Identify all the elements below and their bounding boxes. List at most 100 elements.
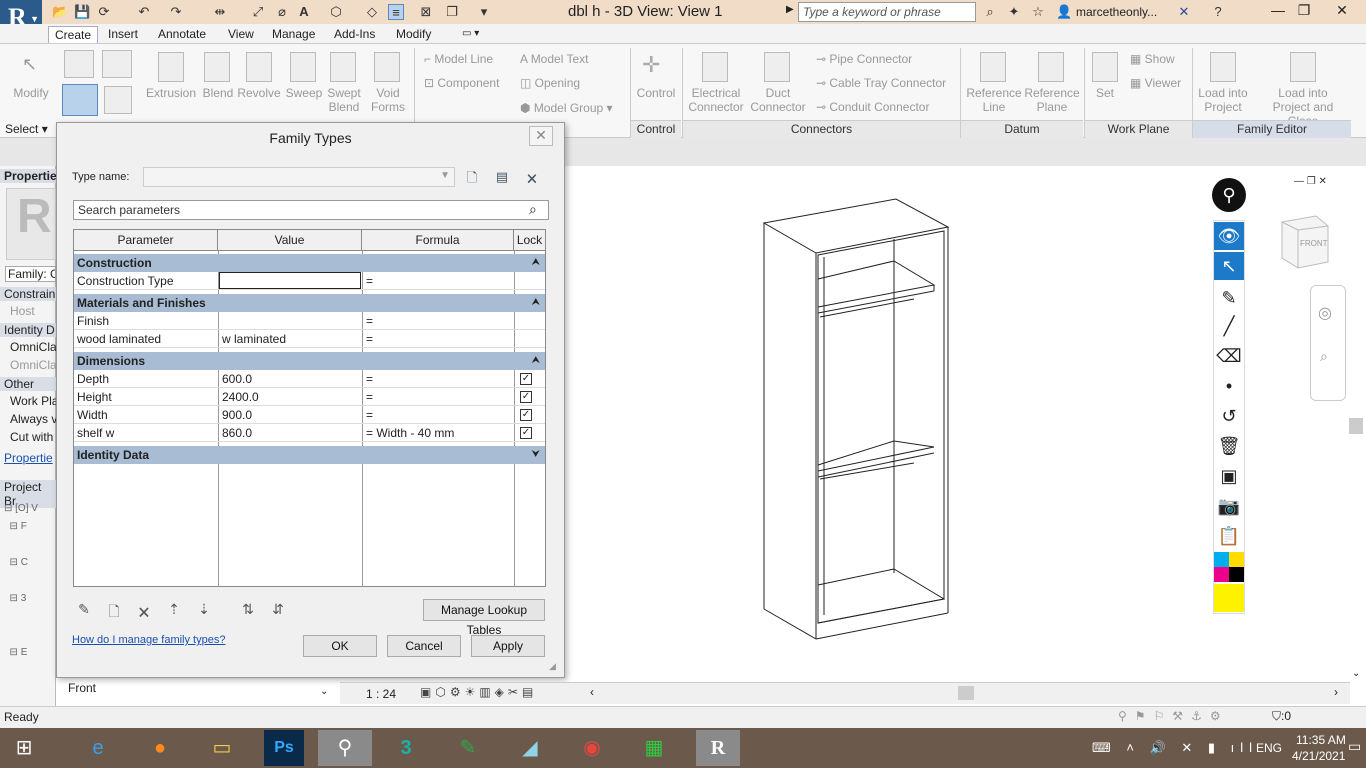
lock-checkbox-depth[interactable]: ✓ (520, 373, 532, 385)
lock-checkbox-height[interactable]: ✓ (520, 391, 532, 403)
help-search-input[interactable]: Type a keyword or phrase (798, 2, 976, 22)
collapse-icon[interactable]: ⮝ (532, 254, 541, 272)
family-category-icon[interactable] (64, 50, 94, 78)
clock-time[interactable]: 11:35 AM (1296, 733, 1346, 747)
collapse-icon[interactable]: ⮝ (532, 352, 541, 370)
swept-blend-button[interactable]: Swept Blend (324, 86, 364, 114)
sketch-app-icon[interactable]: ◢ (510, 730, 550, 766)
value-height[interactable]: 2400.0 (219, 388, 361, 406)
help-icon[interactable]: ? (1210, 4, 1226, 20)
rename-type-icon[interactable]: ▤ (493, 169, 511, 187)
modify-button[interactable]: Modify (8, 86, 54, 100)
collapse-icon[interactable]: ⮝ (532, 294, 541, 312)
undo-pen-icon[interactable]: ↺ (1214, 402, 1244, 430)
camera-icon[interactable]: 📷 (1214, 492, 1244, 520)
extrusion-icon[interactable] (158, 52, 184, 82)
value-shelf-w[interactable]: 860.0 (219, 424, 361, 442)
value-depth[interactable]: 600.0 (219, 370, 361, 388)
maximize-button[interactable]: ❐ (1292, 2, 1316, 22)
group-materials[interactable]: Materials and Finishes ⮝ (74, 294, 545, 312)
column-header-formula[interactable]: Formula (362, 230, 514, 251)
pen-icon[interactable]: ╱ (1214, 312, 1244, 340)
void-forms-button[interactable]: Void Forms (366, 86, 410, 114)
zoom-icon[interactable]: ⌕ (1320, 348, 1328, 365)
lock-checkbox-width[interactable]: ✓ (520, 409, 532, 421)
customize-qat-icon[interactable]: ▾ (476, 4, 492, 20)
other-group[interactable]: Other (0, 377, 56, 391)
notifications-icon[interactable]: ▭ (1348, 738, 1361, 755)
scroll-down-icon[interactable]: ⌄ (1352, 668, 1360, 679)
color-black[interactable] (1229, 567, 1244, 582)
formula-height[interactable]: = (363, 388, 513, 406)
view-scale[interactable]: 1 : 24 (366, 687, 396, 701)
screenpen-logo-icon[interactable]: ⚲ (1212, 178, 1246, 212)
revit-taskbar-icon[interactable]: R (696, 730, 740, 766)
set-workplane-icon[interactable] (1092, 52, 1118, 82)
delete-parameter-icon[interactable]: 🗙 (135, 601, 153, 619)
type-name-select[interactable]: ▼ (143, 167, 455, 187)
value-finish[interactable] (219, 312, 361, 330)
scroll-left-icon[interactable]: ‹ (590, 685, 594, 699)
constraints-group[interactable]: Constrain (0, 287, 56, 301)
set-workplane-button[interactable]: Set (1088, 86, 1122, 100)
model-text-button[interactable]: A Model Text (520, 52, 589, 66)
control-button[interactable]: Control (632, 86, 680, 100)
group-identity-data[interactable]: Identity Data ⮟ (74, 446, 545, 464)
electrical-connector-icon[interactable] (702, 52, 728, 82)
tab-create[interactable]: Create (48, 26, 99, 43)
revolve-icon[interactable] (246, 52, 272, 82)
duct-connector-button[interactable]: Duct Connector (748, 86, 808, 114)
family-types-icon[interactable] (102, 50, 132, 78)
apply-button[interactable]: Apply (471, 635, 545, 657)
calculator-icon[interactable]: ▦ (634, 730, 674, 766)
formula-wood-laminated[interactable]: = (363, 330, 513, 348)
pipe-connector-button[interactable]: ⊸ Pipe Connector (816, 52, 912, 66)
highlighter-icon[interactable]: ✎ (1214, 284, 1244, 312)
reference-line-button[interactable]: Reference Line (964, 86, 1024, 114)
language-indicator[interactable]: ENG (1256, 741, 1282, 755)
binoculars-icon[interactable]: ⌕ (982, 4, 998, 20)
tab-annotate[interactable]: Annotate (152, 26, 212, 42)
clock-date[interactable]: 4/21/2021 (1292, 749, 1345, 763)
sweep-icon[interactable] (290, 52, 316, 82)
photoshop-icon[interactable]: Ps (264, 730, 304, 766)
redo-icon[interactable]: ↷ (168, 4, 184, 20)
control-icon[interactable]: ✛ (642, 52, 660, 78)
ok-button[interactable]: OK (303, 635, 377, 657)
view-cube-label[interactable]: FRONT (1300, 239, 1328, 248)
formula-depth[interactable]: = (363, 370, 513, 388)
minimize-button[interactable]: — (1266, 2, 1290, 22)
load-into-project-icon[interactable] (1210, 52, 1236, 82)
selection-filter-icons[interactable]: ⚲⚑⚐⚒⚓⚙ (1118, 709, 1229, 723)
project-tree[interactable]: ⊟ [O] V ⊟ F ⊟ C ⊟ 3 ⊟ E (4, 500, 38, 662)
move-up-icon[interactable]: ⇡ (165, 601, 183, 619)
sort-descending-icon[interactable]: ⇵ (269, 601, 287, 619)
front-view-item[interactable]: Front (68, 681, 96, 695)
sweep-button[interactable]: Sweep (284, 86, 324, 100)
file-explorer-icon[interactable]: ▭ (202, 730, 242, 766)
eraser-icon[interactable]: ⌫ (1214, 342, 1244, 370)
system-tray-icons[interactable]: ⌨ ˄ 🔊 ✕ ▮ ıll (1092, 740, 1258, 756)
close-button[interactable]: ✕ (1330, 2, 1354, 22)
expand-icon[interactable]: ⮟ (532, 446, 541, 464)
component-button[interactable]: ⊡ Component (424, 76, 499, 90)
show-workplane-button[interactable]: ▦ Show (1130, 52, 1175, 66)
section-icon[interactable]: ◇ (364, 4, 380, 20)
family-selector[interactable]: Family: C (5, 266, 56, 282)
reference-plane-icon[interactable] (1038, 52, 1064, 82)
browser-scroll-down-icon[interactable]: ⌄ (320, 686, 328, 697)
internet-explorer-icon[interactable]: e (78, 730, 118, 766)
help-link[interactable]: How do I manage family types? (72, 634, 225, 646)
tab-manage[interactable]: Manage (266, 26, 321, 42)
cable-tray-connector-button[interactable]: ⊸ Cable Tray Connector (816, 76, 946, 90)
chrome-icon[interactable]: ◉ (572, 730, 612, 766)
new-type-icon[interactable]: 🗋 (463, 169, 481, 187)
swept-blend-icon[interactable] (330, 52, 356, 82)
formula-shelf-w[interactable]: = Width - 40 mm (363, 424, 513, 442)
screenpen-app-icon[interactable]: ⚲ (318, 730, 372, 766)
tab-view[interactable]: View (222, 26, 260, 42)
tab-modify[interactable]: Modify (390, 26, 437, 42)
ribbon-minimize-icon[interactable]: ▭ ▾ (462, 28, 479, 39)
new-parameter-icon[interactable]: 🗋 (105, 601, 123, 619)
color-magenta[interactable] (1214, 567, 1229, 582)
